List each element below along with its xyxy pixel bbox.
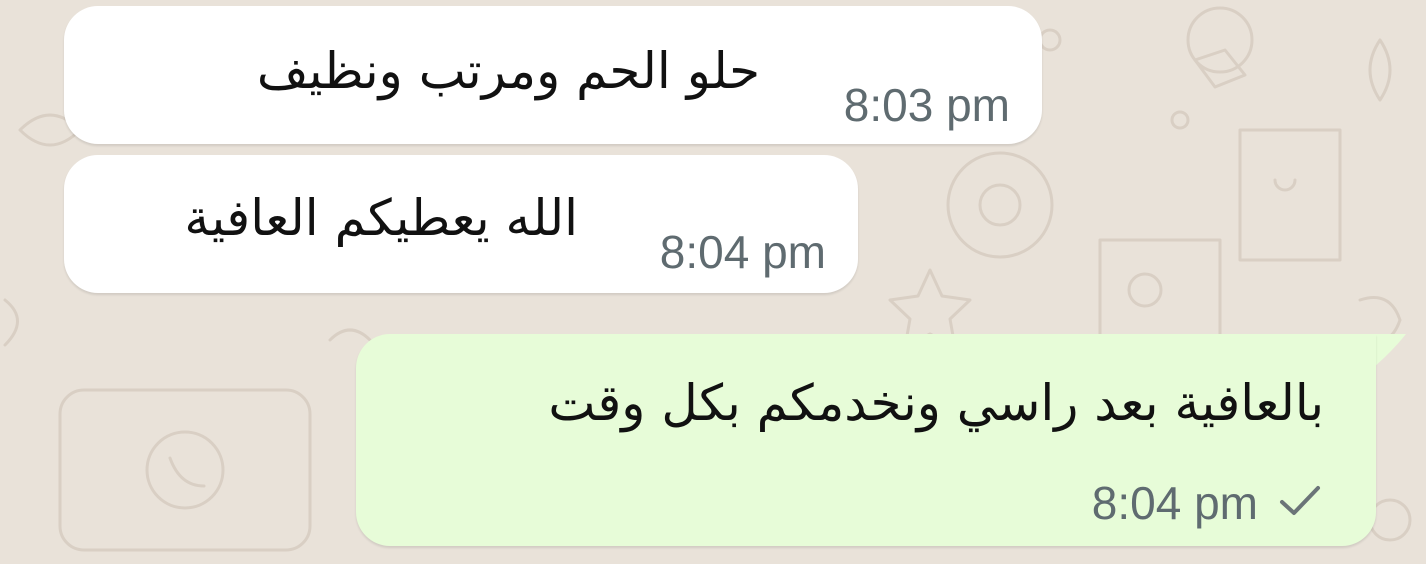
incoming-message-bubble[interactable]: الله يعطيكم العافية 8:04 pm <box>64 155 858 293</box>
message-text: بالعافية بعد راسي ونخدمكم بكل وقت <box>548 374 1324 432</box>
message-timestamp: 8:04 pm <box>1091 477 1258 529</box>
chat-thread: حلو الحم ومرتب ونظيف 8:03 pm الله يعطيكم… <box>0 0 1426 564</box>
incoming-message-bubble[interactable]: حلو الحم ومرتب ونظيف 8:03 pm <box>64 6 1042 144</box>
outgoing-message-bubble[interactable]: بالعافية بعد راسي ونخدمكم بكل وقت 8:04 p… <box>356 334 1376 546</box>
message-timestamp: 8:04 pm <box>659 226 826 278</box>
message-text: حلو الحم ومرتب ونظيف <box>256 42 760 100</box>
message-text: الله يعطيكم العافية <box>184 189 578 247</box>
message-timestamp: 8:03 pm <box>843 79 1010 131</box>
single-check-icon <box>1280 486 1320 515</box>
